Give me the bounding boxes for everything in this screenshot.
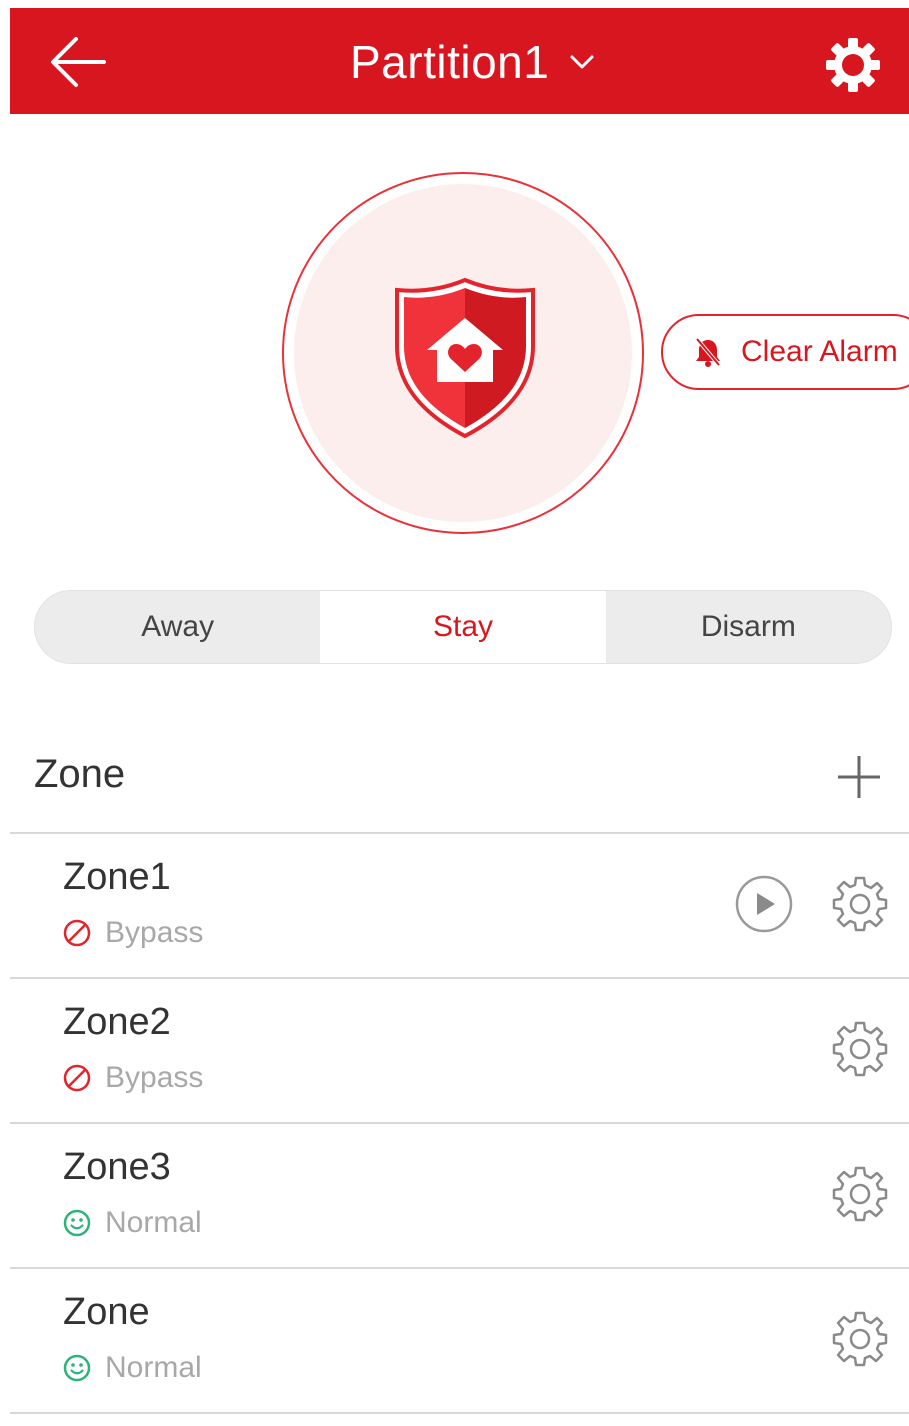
arm-status-background bbox=[294, 184, 632, 522]
zone-section-title: Zone bbox=[34, 752, 126, 796]
zone-play-button[interactable] bbox=[734, 874, 794, 934]
gear-icon bbox=[832, 1311, 888, 1367]
mode-away-button[interactable]: Away bbox=[35, 591, 320, 663]
mode-stay-button[interactable]: Stay bbox=[320, 591, 606, 663]
partition-selector[interactable]: Partition1 bbox=[350, 34, 597, 90]
zone-status: Bypass bbox=[105, 916, 204, 949]
zone-section-header: Zone bbox=[10, 738, 909, 834]
gear-icon bbox=[826, 38, 880, 92]
zone-settings-button[interactable] bbox=[830, 874, 890, 934]
zone-name: Zone3 bbox=[63, 1146, 171, 1188]
zone-status: Bypass bbox=[105, 1061, 204, 1094]
zone-status: Normal bbox=[105, 1351, 202, 1384]
bypass-icon bbox=[63, 919, 91, 947]
top-bar: Partition1 bbox=[10, 8, 909, 114]
zone-settings-button[interactable] bbox=[830, 1309, 890, 1369]
back-arrow-icon bbox=[51, 37, 106, 87]
bypass-icon bbox=[63, 1064, 91, 1092]
back-button[interactable] bbox=[46, 30, 110, 94]
zone-name: Zone bbox=[63, 1291, 150, 1333]
arm-status-indicator bbox=[282, 172, 644, 534]
partition-settings-button[interactable] bbox=[822, 34, 884, 96]
smile-icon bbox=[63, 1354, 91, 1382]
gear-icon bbox=[832, 1021, 888, 1077]
zone-status: Normal bbox=[105, 1206, 202, 1239]
page-title: Partition1 bbox=[350, 36, 550, 88]
clear-alarm-label: Clear Alarm bbox=[741, 335, 898, 368]
shield-home-heart-icon bbox=[395, 277, 535, 439]
play-icon bbox=[735, 875, 793, 933]
bell-off-icon bbox=[695, 337, 721, 367]
arm-mode-selector: Away Stay Disarm bbox=[34, 590, 892, 664]
clear-alarm-button[interactable]: Clear Alarm bbox=[661, 314, 909, 390]
zone-row[interactable]: Zone1 Bypass bbox=[10, 834, 909, 979]
zone-row[interactable]: Zone Normal bbox=[10, 1269, 909, 1414]
add-zone-button[interactable] bbox=[836, 754, 882, 800]
gear-icon bbox=[832, 876, 888, 932]
zone-row[interactable]: Zone2 Bypass bbox=[10, 979, 909, 1124]
zone-name: Zone1 bbox=[63, 856, 171, 898]
app-frame: Partition1 Clear Alarm Away Stay Disarm … bbox=[10, 8, 909, 1426]
zone-name: Zone2 bbox=[63, 1001, 171, 1043]
mode-disarm-button[interactable]: Disarm bbox=[606, 591, 891, 663]
plus-icon bbox=[838, 756, 880, 798]
zone-settings-button[interactable] bbox=[830, 1164, 890, 1224]
zone-row[interactable]: Zone3 Normal bbox=[10, 1124, 909, 1269]
smile-icon bbox=[63, 1209, 91, 1237]
chevron-down-icon bbox=[570, 55, 594, 69]
zone-settings-button[interactable] bbox=[830, 1019, 890, 1079]
gear-icon bbox=[832, 1166, 888, 1222]
